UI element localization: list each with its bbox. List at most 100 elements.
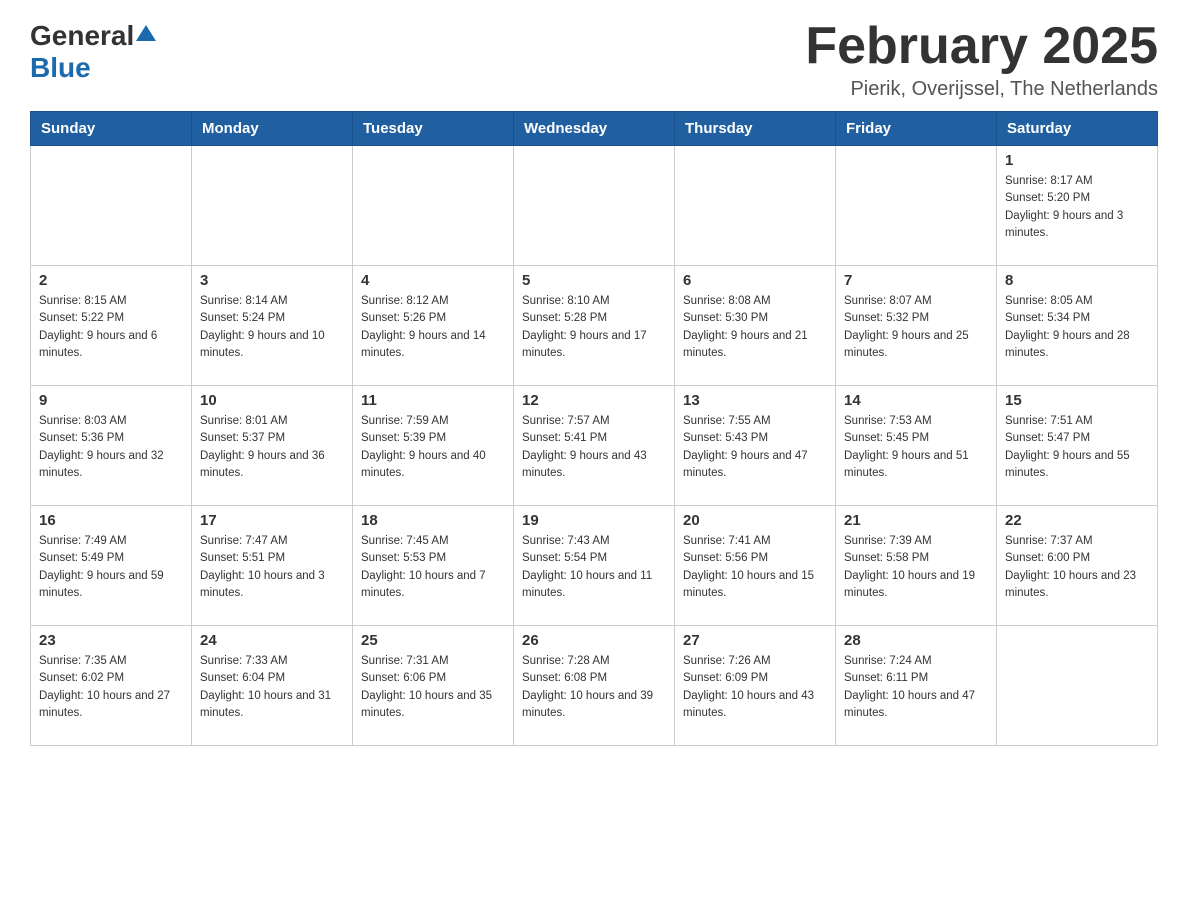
day-info: Sunrise: 7:37 AMSunset: 6:00 PMDaylight:… (1005, 533, 1149, 602)
day-info: Sunrise: 7:53 AMSunset: 5:45 PMDaylight:… (844, 413, 988, 482)
calendar-cell: 19Sunrise: 7:43 AMSunset: 5:54 PMDayligh… (514, 506, 675, 626)
day-info: Sunrise: 8:15 AMSunset: 5:22 PMDaylight:… (39, 293, 183, 362)
calendar-cell: 18 Sunrise: 7:45 AMSunset: 5:53 PMDayligh… (353, 506, 514, 626)
day-number: 1 (1005, 152, 1149, 169)
day-number: 16 (39, 512, 183, 529)
day-info: Sunrise: 7:45 AMSunset: 5:53 PMDaylight:… (361, 533, 505, 602)
calendar-cell: 22 Sunrise: 7:37 AMSunset: 6:00 PMDayligh… (997, 506, 1158, 626)
calendar-cell: 1 Sunrise: 8:17 AMSunset: 5:20 PMDaylight… (997, 146, 1158, 266)
day-info: Sunrise: 7:55 AMSunset: 5:43 PMDaylight:… (683, 413, 827, 482)
calendar-cell: 24 Sunrise: 7:33 AMSunset: 6:04 PMDayligh… (192, 626, 353, 746)
day-number: 23 (39, 632, 183, 649)
day-info: Sunrise: 7:31 AMSunset: 6:06 PMDaylight:… (361, 653, 505, 722)
day-info: Sunrise: 8:03 AMSunset: 5:36 PMDaylight:… (39, 413, 183, 482)
logo-general-text: General (30, 20, 134, 52)
calendar-cell: 21Sunrise: 7:39 AMSunset: 5:58 PMDayligh… (836, 506, 997, 626)
calendar-cell: 9 Sunrise: 8:03 AMSunset: 5:36 PMDaylight… (31, 386, 192, 506)
calendar-cell: 2 Sunrise: 8:15 AMSunset: 5:22 PMDaylight… (31, 266, 192, 386)
day-info: Sunrise: 7:24 AMSunset: 6:11 PMDaylight:… (844, 653, 988, 722)
calendar-cell (192, 146, 353, 266)
calendar-header-friday: Friday (836, 112, 997, 146)
day-info: Sunrise: 7:35 AMSunset: 6:02 PMDaylight:… (39, 653, 183, 722)
day-info: Sunrise: 7:51 AMSunset: 5:47 PMDaylight:… (1005, 413, 1149, 482)
day-number: 25 (361, 632, 505, 649)
calendar-header-thursday: Thursday (675, 112, 836, 146)
calendar-cell: 3 Sunrise: 8:14 AMSunset: 5:24 PMDaylight… (192, 266, 353, 386)
calendar-cell: 5 Sunrise: 8:10 AMSunset: 5:28 PMDaylight… (514, 266, 675, 386)
day-info: Sunrise: 8:14 AMSunset: 5:24 PMDaylight:… (200, 293, 344, 362)
day-number: 28 (844, 632, 988, 649)
calendar-cell: 16 Sunrise: 7:49 AMSunset: 5:49 PMDayligh… (31, 506, 192, 626)
logo-blue-text: Blue (30, 52, 91, 84)
calendar-header-sunday: Sunday (31, 112, 192, 146)
calendar-header-tuesday: Tuesday (353, 112, 514, 146)
day-info: Sunrise: 8:17 AMSunset: 5:20 PMDaylight:… (1005, 173, 1149, 242)
calendar-cell: 10Sunrise: 8:01 AMSunset: 5:37 PMDayligh… (192, 386, 353, 506)
calendar-cell (353, 146, 514, 266)
calendar-table: SundayMondayTuesdayWednesdayThursdayFrid… (30, 111, 1158, 746)
day-number: 9 (39, 392, 183, 409)
day-number: 14 (844, 392, 988, 409)
day-info: Sunrise: 7:33 AMSunset: 6:04 PMDaylight:… (200, 653, 344, 722)
day-number: 18 (361, 512, 505, 529)
calendar-cell: 26 Sunrise: 7:28 AMSunset: 6:08 PMDayligh… (514, 626, 675, 746)
day-number: 27 (683, 632, 827, 649)
day-info: Sunrise: 8:05 AMSunset: 5:34 PMDaylight:… (1005, 293, 1149, 362)
location: Pierik, Overijssel, The Netherlands (805, 78, 1158, 101)
calendar-week-row: 9 Sunrise: 8:03 AMSunset: 5:36 PMDaylight… (31, 386, 1158, 506)
day-info: Sunrise: 8:12 AMSunset: 5:26 PMDaylight:… (361, 293, 505, 362)
calendar-cell: 4Sunrise: 8:12 AMSunset: 5:26 PMDaylight… (353, 266, 514, 386)
day-number: 10 (200, 392, 344, 409)
day-info: Sunrise: 8:10 AMSunset: 5:28 PMDaylight:… (522, 293, 666, 362)
calendar-cell: 17Sunrise: 7:47 AMSunset: 5:51 PMDayligh… (192, 506, 353, 626)
day-number: 11 (361, 392, 505, 409)
calendar-cell: 28 Sunrise: 7:24 AMSunset: 6:11 PMDayligh… (836, 626, 997, 746)
calendar-cell: 25 Sunrise: 7:31 AMSunset: 6:06 PMDayligh… (353, 626, 514, 746)
calendar-cell: 12Sunrise: 7:57 AMSunset: 5:41 PMDayligh… (514, 386, 675, 506)
calendar-week-row: 23 Sunrise: 7:35 AMSunset: 6:02 PMDayligh… (31, 626, 1158, 746)
calendar-cell: 13 Sunrise: 7:55 AMSunset: 5:43 PMDayligh… (675, 386, 836, 506)
day-number: 20 (683, 512, 827, 529)
calendar-cell: 23 Sunrise: 7:35 AMSunset: 6:02 PMDayligh… (31, 626, 192, 746)
logo: General Blue (30, 20, 156, 84)
day-info: Sunrise: 8:07 AMSunset: 5:32 PMDaylight:… (844, 293, 988, 362)
calendar-header-saturday: Saturday (997, 112, 1158, 146)
calendar-cell: 20 Sunrise: 7:41 AMSunset: 5:56 PMDayligh… (675, 506, 836, 626)
calendar-week-row: 2 Sunrise: 8:15 AMSunset: 5:22 PMDaylight… (31, 266, 1158, 386)
calendar-cell (514, 146, 675, 266)
day-info: Sunrise: 7:26 AMSunset: 6:09 PMDaylight:… (683, 653, 827, 722)
day-number: 8 (1005, 272, 1149, 289)
calendar-cell: 14 Sunrise: 7:53 AMSunset: 5:45 PMDayligh… (836, 386, 997, 506)
day-info: Sunrise: 7:49 AMSunset: 5:49 PMDaylight:… (39, 533, 183, 602)
month-title: February 2025 (805, 20, 1158, 72)
calendar-cell: 11 Sunrise: 7:59 AMSunset: 5:39 PMDayligh… (353, 386, 514, 506)
logo-arrow-icon (136, 25, 156, 41)
day-number: 17 (200, 512, 344, 529)
calendar-cell (836, 146, 997, 266)
calendar-week-row: 16 Sunrise: 7:49 AMSunset: 5:49 PMDayligh… (31, 506, 1158, 626)
day-number: 13 (683, 392, 827, 409)
day-number: 3 (200, 272, 344, 289)
day-number: 5 (522, 272, 666, 289)
day-number: 2 (39, 272, 183, 289)
day-number: 24 (200, 632, 344, 649)
day-info: Sunrise: 7:28 AMSunset: 6:08 PMDaylight:… (522, 653, 666, 722)
calendar-cell: 15Sunrise: 7:51 AMSunset: 5:47 PMDayligh… (997, 386, 1158, 506)
calendar-cell (675, 146, 836, 266)
page-header: General Blue February 2025 Pierik, Overi… (30, 20, 1158, 101)
calendar-week-row: 1 Sunrise: 8:17 AMSunset: 5:20 PMDaylight… (31, 146, 1158, 266)
day-number: 6 (683, 272, 827, 289)
day-info: Sunrise: 7:59 AMSunset: 5:39 PMDaylight:… (361, 413, 505, 482)
day-info: Sunrise: 7:41 AMSunset: 5:56 PMDaylight:… (683, 533, 827, 602)
calendar-cell (997, 626, 1158, 746)
calendar-header-monday: Monday (192, 112, 353, 146)
day-number: 26 (522, 632, 666, 649)
day-info: Sunrise: 8:08 AMSunset: 5:30 PMDaylight:… (683, 293, 827, 362)
calendar-header-wednesday: Wednesday (514, 112, 675, 146)
calendar-cell: 6 Sunrise: 8:08 AMSunset: 5:30 PMDaylight… (675, 266, 836, 386)
day-info: Sunrise: 7:43 AMSunset: 5:54 PMDaylight:… (522, 533, 666, 602)
day-number: 22 (1005, 512, 1149, 529)
calendar-cell: 7 Sunrise: 8:07 AMSunset: 5:32 PMDaylight… (836, 266, 997, 386)
day-number: 7 (844, 272, 988, 289)
day-number: 21 (844, 512, 988, 529)
